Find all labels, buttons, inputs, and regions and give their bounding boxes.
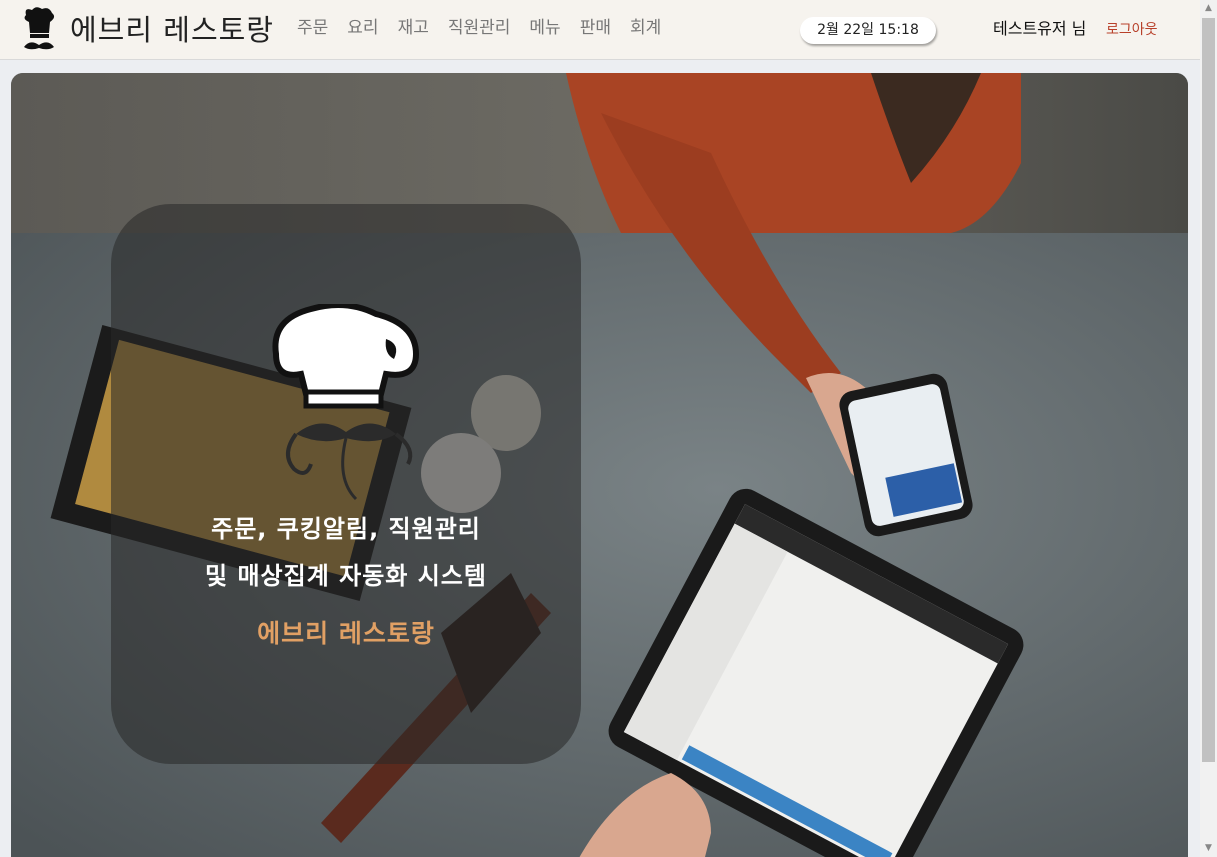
hero-tagline-line2: 및 매상집계 자동화 시스템 — [205, 562, 487, 590]
chef-hat-logo-icon — [24, 7, 55, 50]
hero-brand-name: 에브리 레스토랑 — [257, 619, 435, 648]
nav-item-sales[interactable]: 판매 — [580, 17, 611, 39]
hero-tagline-line1: 주문, 쿠킹알림, 직원관리 — [211, 515, 481, 543]
brand[interactable]: 에브리 레스토랑 — [22, 7, 274, 53]
logout-link[interactable]: 로그아웃 — [1106, 20, 1158, 40]
hero-overlay-card: 주문, 쿠킹알림, 직원관리 및 매상집계 자동화 시스템 에브리 레스토랑 — [111, 204, 581, 764]
scroll-thumb[interactable] — [1202, 18, 1215, 762]
nav-item-staff[interactable]: 직원관리 — [448, 17, 511, 39]
scroll-down-icon[interactable]: ▼ — [1200, 840, 1217, 857]
nav-item-inventory[interactable]: 재고 — [398, 17, 429, 39]
hero-banner: 주문, 쿠킹알림, 직원관리 및 매상집계 자동화 시스템 에브리 레스토랑 — [11, 73, 1188, 857]
nav-item-cooking[interactable]: 요리 — [347, 17, 378, 39]
brand-name: 에브리 레스토랑 — [70, 13, 274, 47]
nav-item-order[interactable]: 주문 — [297, 17, 328, 39]
nav-item-menu[interactable]: 메뉴 — [529, 17, 560, 39]
main-nav: 주문 요리 재고 직원관리 메뉴 판매 회계 — [297, 17, 680, 39]
top-navbar: 에브리 레스토랑 주문 요리 재고 직원관리 메뉴 판매 회계 2월 22일 1… — [0, 0, 1200, 60]
page-scrollbar[interactable]: ▲ ▼ — [1200, 0, 1217, 857]
user-name: 테스트유저 님 — [993, 19, 1087, 38]
scroll-up-icon[interactable]: ▲ — [1200, 0, 1217, 17]
chef-hat-illustration-icon — [272, 304, 420, 501]
datetime-display: 2월 22일 15:18 — [800, 17, 936, 44]
nav-item-accounting[interactable]: 회계 — [630, 17, 661, 39]
